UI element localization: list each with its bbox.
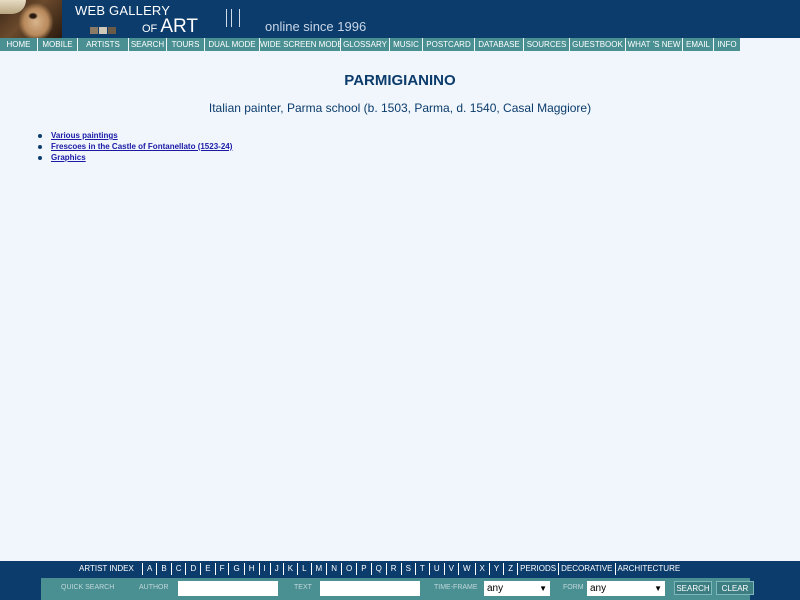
nav-glossary[interactable]: GLOSSARY	[341, 38, 390, 51]
form-select[interactable]: any ▼	[587, 581, 665, 596]
logo-bars-icon	[226, 9, 240, 27]
dropdown-arrow-icon: ▼	[539, 584, 547, 593]
index-letter-s[interactable]: S	[400, 563, 415, 575]
timeframe-label: TIME-FRAME	[434, 584, 478, 591]
index-letter-c[interactable]: C	[170, 563, 186, 575]
quick-search-label: QUICK SEARCH	[61, 584, 115, 591]
nav-guestbook[interactable]: GUESTBOOK	[570, 38, 626, 51]
logo-square	[90, 27, 98, 34]
index-letter-p[interactable]: P	[356, 563, 370, 575]
logo-square	[108, 27, 116, 34]
text-input[interactable]	[320, 581, 420, 596]
page-title: PARMIGIANINO	[344, 72, 456, 89]
nav-mobile[interactable]: MOBILE	[38, 38, 78, 51]
nav-home[interactable]: HOME	[0, 38, 38, 51]
quick-search-strip: QUICK SEARCH AUTHOR TEXT TIME-FRAME any …	[41, 578, 754, 600]
works-list: Various paintings Frescoes in the Castle…	[37, 130, 232, 163]
index-letter-u[interactable]: U	[428, 563, 444, 575]
artist-index-bar: ARTIST INDEX ABCDEFGHIJKLMNOPQRSTUVWXYZP…	[0, 561, 800, 578]
search-button[interactable]: SEARCH	[674, 581, 712, 595]
list-item: Graphics	[37, 152, 232, 163]
index-letter-q[interactable]: Q	[370, 563, 386, 575]
index-letter-y[interactable]: Y	[488, 563, 503, 575]
nav-postcard[interactable]: POSTCARD	[423, 38, 475, 51]
nav-tours[interactable]: TOURS	[167, 38, 205, 51]
form-label: FORM	[563, 584, 584, 591]
author-label: AUTHOR	[139, 584, 169, 591]
logo-of: OF	[142, 23, 158, 35]
index-architecture[interactable]: ARCHITECTURE	[614, 563, 683, 575]
logo-art: ART	[160, 16, 199, 37]
quick-search-bar: QUICK SEARCH AUTHOR TEXT TIME-FRAME any …	[0, 578, 800, 600]
main-nav: HOME MOBILE ARTISTS SEARCH TOURS DUAL MO…	[0, 38, 741, 51]
nav-email[interactable]: EMAIL	[683, 38, 714, 51]
nav-search[interactable]: SEARCH	[129, 38, 167, 51]
artist-index-link[interactable]: ARTIST INDEX	[79, 561, 134, 577]
timeframe-value: any	[487, 583, 504, 594]
tagline: online since 1996	[265, 19, 367, 34]
site-header: WEB GALLERY OF ART online since 1996	[0, 0, 800, 38]
index-letter-i[interactable]: I	[258, 563, 270, 575]
letter-index: A B C D E F G H I J K L M N O P Q R S T U V W X Y Z PERIODS DECORAT…	[142, 561, 682, 575]
index-letter-h[interactable]: H	[243, 563, 259, 575]
nav-artists[interactable]: ARTISTS	[78, 38, 129, 51]
nav-database[interactable]: DATABASE	[475, 38, 524, 51]
list-item: Various paintings	[37, 130, 232, 141]
index-letter-o[interactable]: O	[340, 563, 356, 575]
index-letter-j[interactable]: J	[269, 563, 283, 575]
index-periods[interactable]: PERIODS	[517, 563, 558, 575]
index-letter-z[interactable]: Z	[503, 563, 517, 575]
nav-dual-mode[interactable]: DUAL MODE	[205, 38, 260, 51]
index-letter-k[interactable]: K	[282, 563, 297, 575]
author-input[interactable]	[178, 581, 278, 596]
nav-wide-screen-modes[interactable]: WIDE SCREEN MODES	[260, 38, 341, 51]
list-item: Frescoes in the Castle of Fontanellato (…	[37, 141, 232, 152]
index-letter-n[interactable]: N	[326, 563, 341, 575]
index-letter-a[interactable]: A	[142, 563, 156, 575]
timeframe-select[interactable]: any ▼	[484, 581, 550, 596]
index-letter-w[interactable]: W	[457, 563, 475, 575]
logo-squares	[90, 21, 124, 34]
index-letter-t[interactable]: T	[414, 563, 429, 575]
index-letter-r[interactable]: R	[385, 563, 401, 575]
link-graphics[interactable]: Graphics	[51, 153, 86, 162]
index-letter-x[interactable]: X	[474, 563, 489, 575]
index-decorative[interactable]: DECORATIVE	[558, 563, 614, 575]
nav-info[interactable]: INFO	[714, 38, 741, 51]
clear-button[interactable]: CLEAR	[716, 581, 754, 595]
page-subtitle: Italian painter, Parma school (b. 1503, …	[208, 101, 592, 115]
logo-square	[99, 27, 107, 34]
form-value: any	[590, 583, 607, 594]
index-letter-g[interactable]: G	[228, 563, 243, 575]
text-label: TEXT	[294, 584, 312, 591]
nav-sources[interactable]: SOURCES	[524, 38, 570, 51]
index-letter-m[interactable]: M	[310, 563, 327, 575]
logo-subtitle[interactable]: OF ART	[142, 16, 198, 38]
link-frescoes-fontanellato[interactable]: Frescoes in the Castle of Fontanellato (…	[51, 142, 232, 151]
nav-whats-new[interactable]: WHAT 'S NEW	[626, 38, 683, 51]
dropdown-arrow-icon: ▼	[654, 584, 662, 593]
index-letter-d[interactable]: D	[185, 563, 200, 575]
index-letter-b[interactable]: B	[156, 563, 170, 575]
nav-music[interactable]: MUSIC	[390, 38, 423, 51]
logo-portrait-image[interactable]	[0, 0, 62, 38]
index-letter-f[interactable]: F	[214, 563, 229, 575]
index-letter-e[interactable]: E	[200, 563, 214, 575]
index-letter-v[interactable]: V	[443, 563, 458, 575]
link-various-paintings[interactable]: Various paintings	[51, 131, 118, 140]
index-letter-l[interactable]: L	[297, 563, 310, 575]
